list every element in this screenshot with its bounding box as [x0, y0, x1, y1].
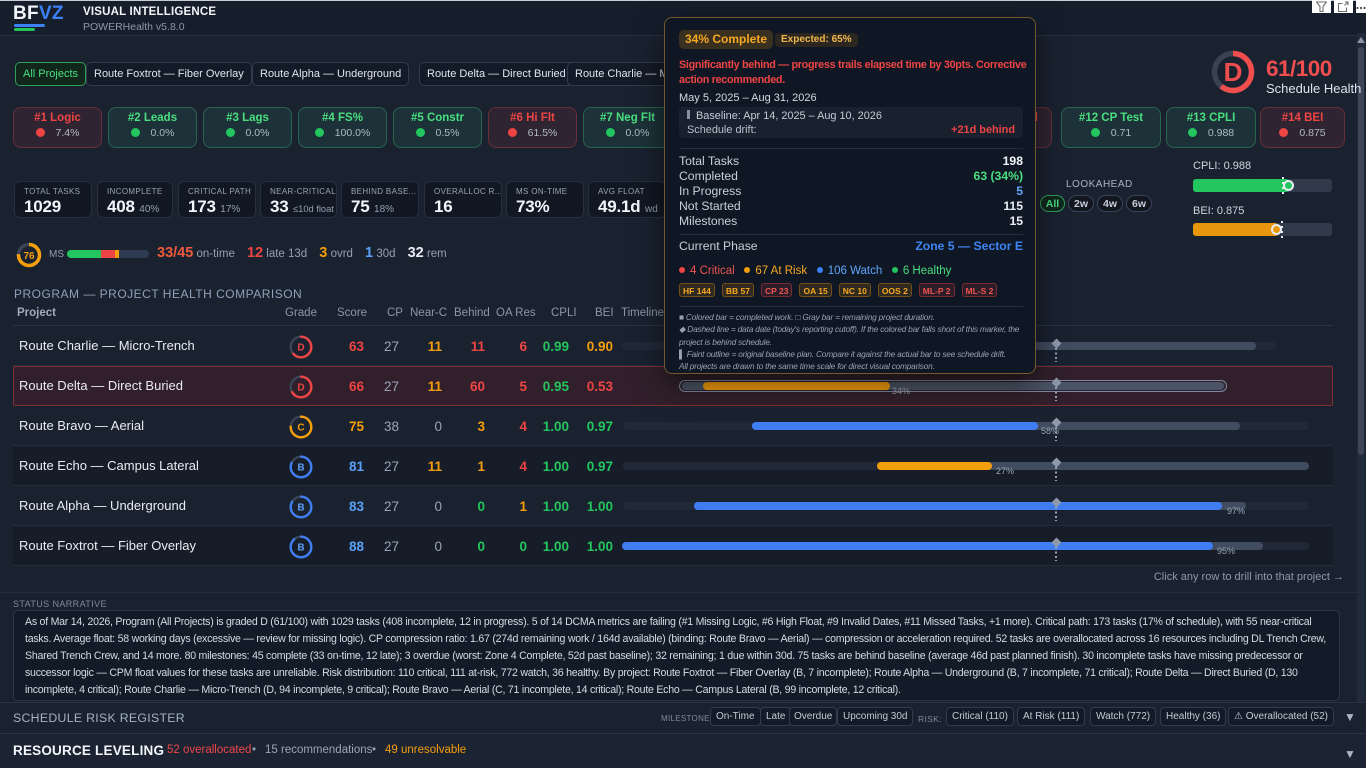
svg-text:C: C	[297, 423, 304, 434]
svg-text:76: 76	[23, 251, 35, 262]
svg-text:B: B	[297, 543, 304, 554]
svg-text:D: D	[297, 383, 304, 394]
svg-text:D: D	[297, 343, 304, 354]
svg-text:B: B	[297, 503, 304, 514]
svg-text:B: B	[297, 463, 304, 474]
svg-text:D: D	[1224, 57, 1243, 87]
